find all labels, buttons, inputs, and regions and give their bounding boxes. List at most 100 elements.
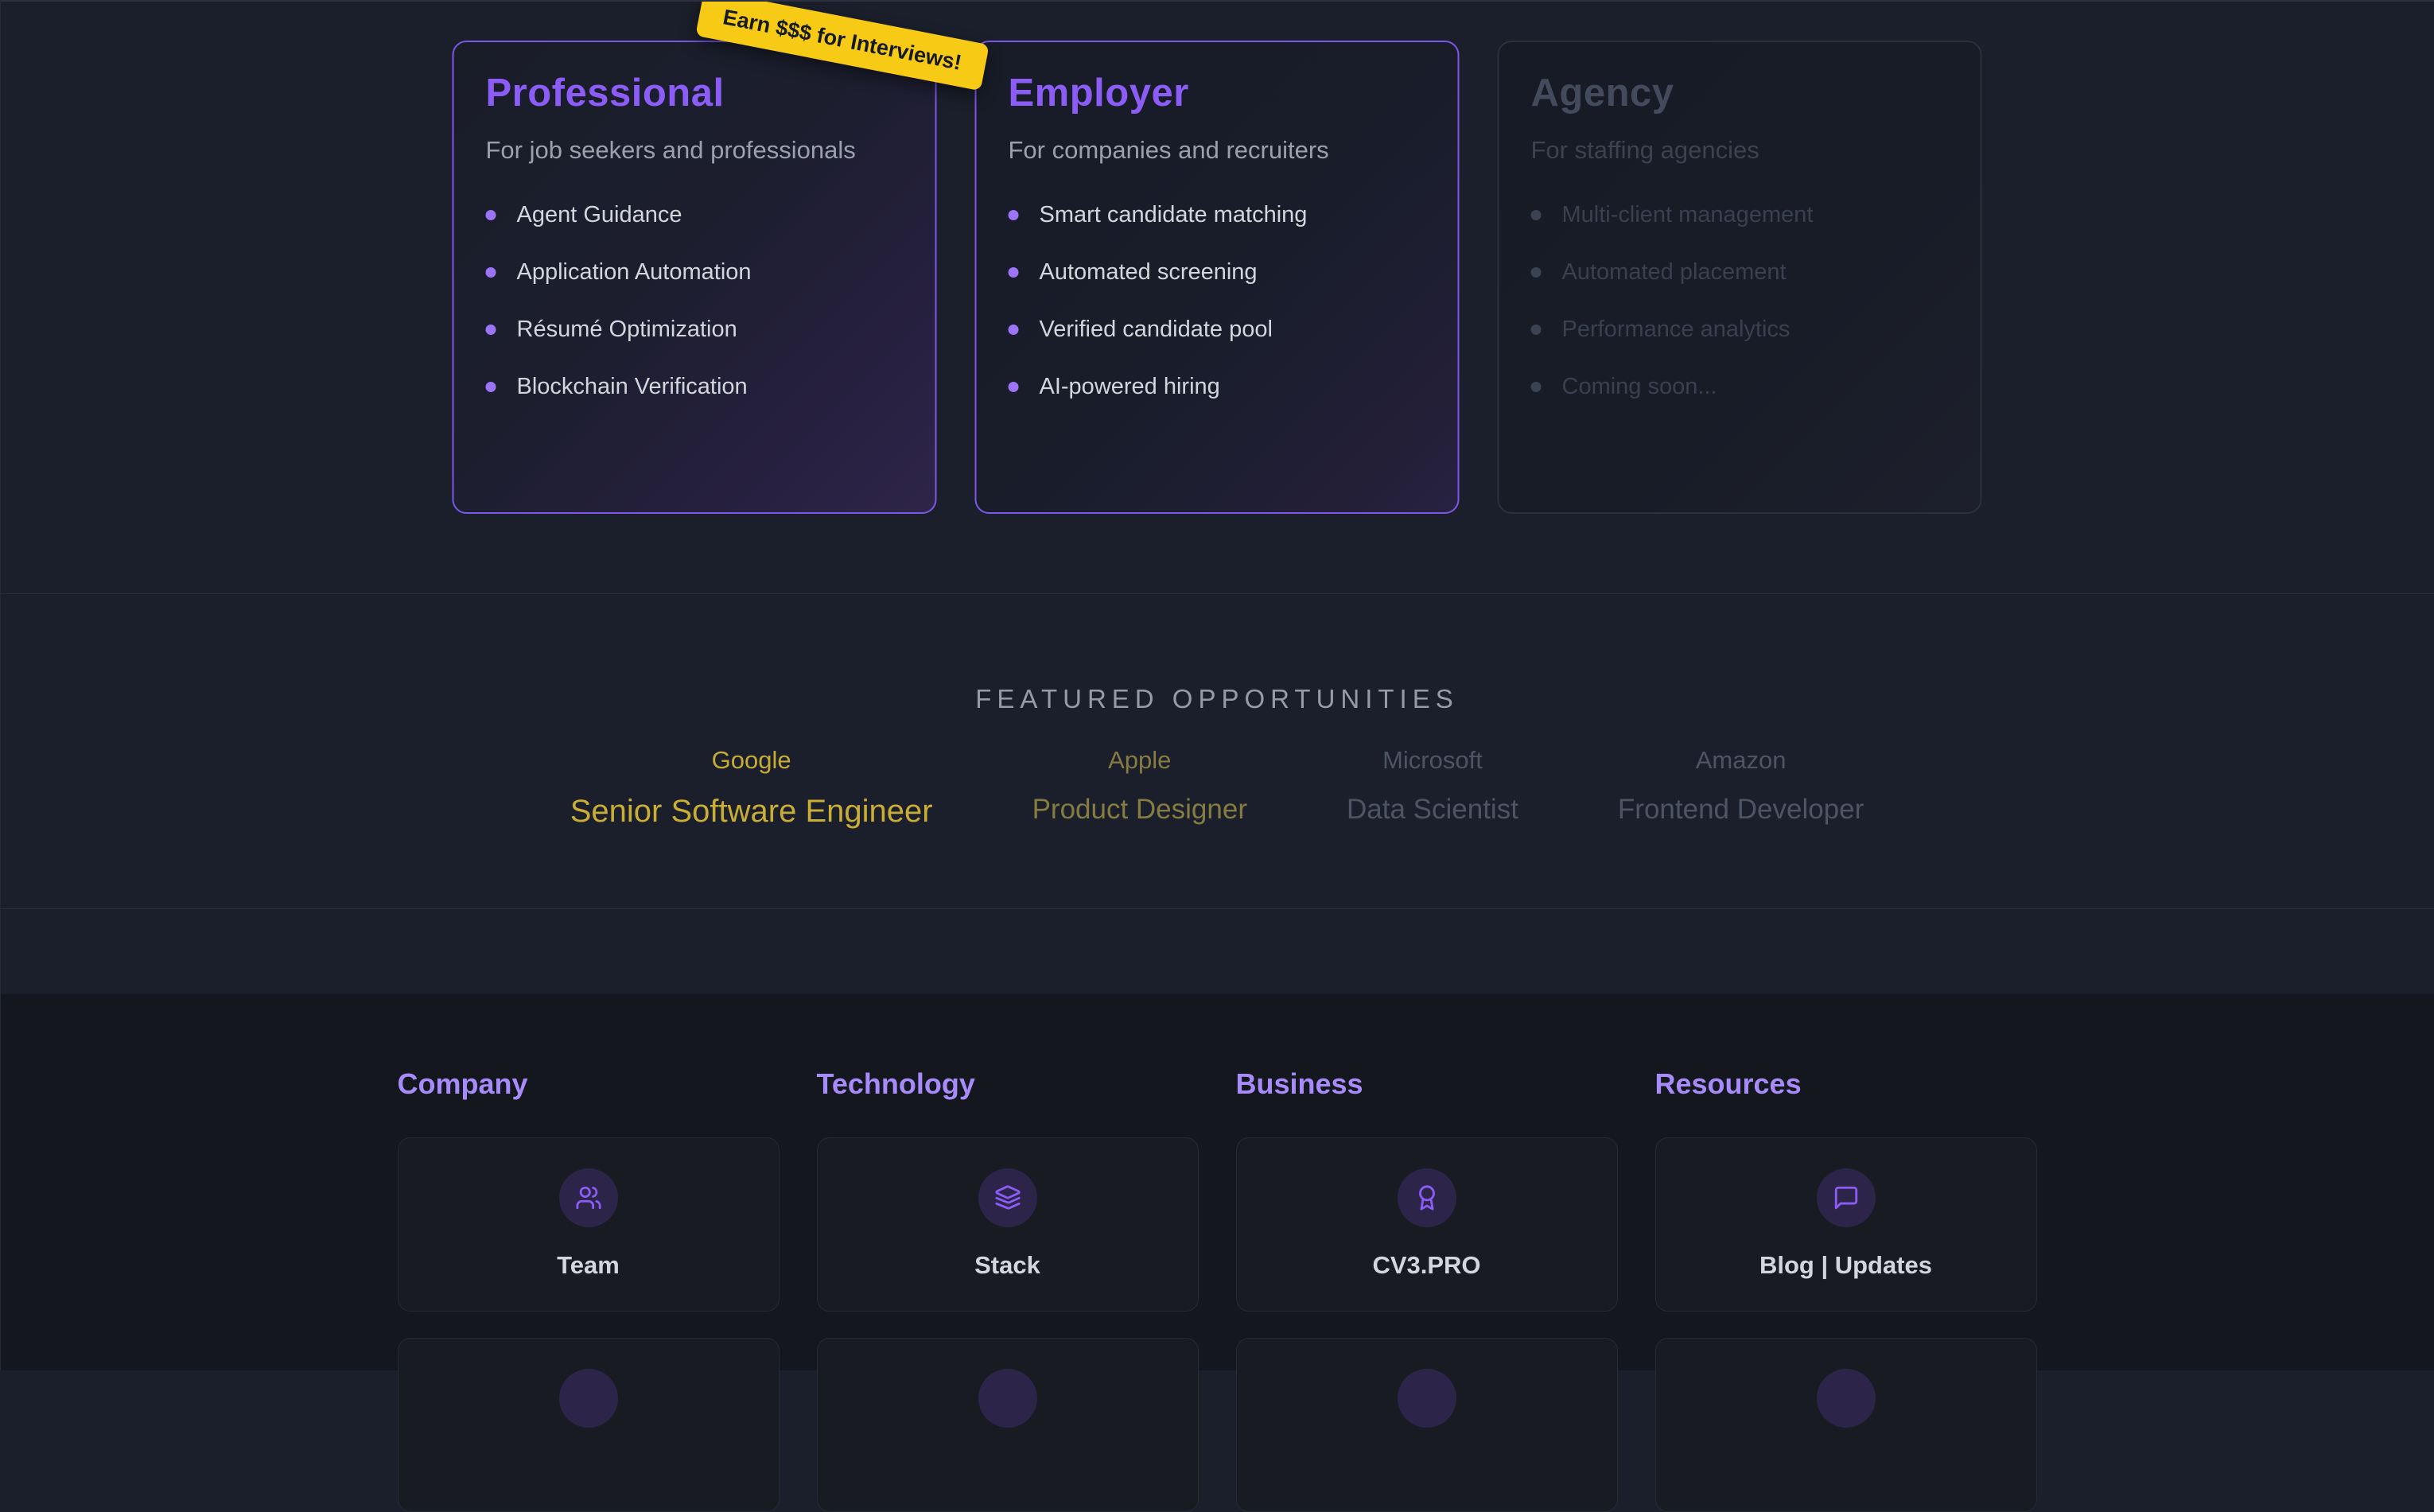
footer-card-label: Team — [557, 1251, 620, 1280]
job-company: Amazon — [1618, 746, 1864, 775]
icon-circle — [1398, 1369, 1456, 1428]
plan-feature-list: Smart candidate matching Automated scree… — [1009, 203, 1426, 398]
plan-feature-label: Coming soon... — [1562, 375, 1717, 398]
footer-card-team[interactable]: Team — [398, 1137, 780, 1312]
bullet-dot-icon — [486, 325, 496, 335]
plan-feature-label: Verified candidate pool — [1040, 317, 1273, 341]
plan-feature-label: Smart candidate matching — [1040, 203, 1308, 227]
footer-column-resources: Resources Blog | Updates — [1655, 1067, 2037, 1512]
plan-feature-list: Multi-client management Automated placem… — [1531, 203, 1949, 398]
plan-subtitle: For job seekers and professionals — [486, 136, 904, 165]
job-role: Senior Software Engineer — [570, 794, 933, 830]
plan-feature: Automated placement — [1531, 260, 1949, 284]
footer-header-business: Business — [1236, 1067, 1618, 1101]
jobs-carousel: Google Senior Software Engineer Apple Pr… — [0, 746, 2434, 830]
plan-feature: Agent Guidance — [486, 203, 904, 227]
footer-card-stack[interactable]: Stack — [817, 1137, 1199, 1312]
footer-grid: Company Team Technology — [398, 994, 2037, 1512]
icon-circle — [1817, 1168, 1876, 1227]
icon-circle — [1398, 1168, 1456, 1227]
plan-feature-label: Automated placement — [1562, 260, 1787, 284]
icon-circle — [978, 1168, 1037, 1227]
footer-card-partial[interactable] — [817, 1338, 1199, 1512]
icon-circle — [978, 1369, 1037, 1428]
plan-feature: Multi-client management — [1531, 203, 1949, 227]
bullet-dot-icon — [1009, 325, 1019, 335]
footer-header-resources: Resources — [1655, 1067, 2037, 1101]
footer-column-company: Company Team — [398, 1067, 780, 1512]
plan-feature: Verified candidate pool — [1009, 317, 1426, 341]
job-company: Microsoft — [1347, 746, 1518, 775]
bullet-dot-icon — [1009, 382, 1019, 392]
plans-section: Earn $$$ for Interviews! Professional Fo… — [0, 0, 2434, 594]
users-icon — [575, 1184, 602, 1211]
plan-card-professional[interactable]: Earn $$$ for Interviews! Professional Fo… — [453, 41, 937, 514]
footer-column-technology: Technology Stack — [817, 1067, 1199, 1512]
job-role: Product Designer — [1032, 794, 1247, 826]
plan-feature: Coming soon... — [1531, 375, 1949, 398]
award-icon — [1413, 1184, 1441, 1211]
icon-circle — [1817, 1369, 1876, 1428]
plan-feature-label: Blockchain Verification — [517, 375, 748, 398]
plan-card-agency: Agency For staffing agencies Multi-clien… — [1498, 41, 1982, 514]
footer-card-cv3pro[interactable]: CV3.PRO — [1236, 1137, 1618, 1312]
footer-card-label: CV3.PRO — [1372, 1251, 1480, 1280]
plan-feature-label: Performance analytics — [1562, 317, 1791, 341]
icon-circle — [559, 1168, 618, 1227]
plan-feature: Performance analytics — [1531, 317, 1949, 341]
plan-feature-label: Agent Guidance — [517, 203, 682, 227]
plan-title-employer: Employer — [1009, 71, 1426, 115]
bullet-dot-icon — [1009, 267, 1019, 278]
footer-column-business: Business CV3.PRO — [1236, 1067, 1618, 1512]
layers-icon — [994, 1184, 1021, 1211]
plan-feature-label: Application Automation — [517, 260, 752, 284]
footer-card-label: Blog | Updates — [1759, 1251, 1932, 1280]
job-role: Data Scientist — [1347, 794, 1518, 826]
job-company: Google — [570, 746, 933, 775]
featured-opportunities-section: FEATURED OPPORTUNITIES Google Senior Sof… — [0, 594, 2434, 909]
plan-feature-label: Résumé Optimization — [517, 317, 737, 341]
plan-feature: Automated screening — [1009, 260, 1426, 284]
bullet-dot-icon — [1531, 325, 1542, 335]
bullet-dot-icon — [486, 267, 496, 278]
plan-feature: Résumé Optimization — [486, 317, 904, 341]
plan-subtitle: For staffing agencies — [1531, 136, 1949, 165]
plan-feature: AI-powered hiring — [1009, 375, 1426, 398]
featured-title: FEATURED OPPORTUNITIES — [0, 594, 2434, 714]
job-item-google[interactable]: Google Senior Software Engineer — [570, 746, 933, 830]
footer-card-label: Stack — [974, 1251, 1040, 1280]
job-item-apple[interactable]: Apple Product Designer — [1032, 746, 1247, 826]
plan-feature-list: Agent Guidance Application Automation Ré… — [486, 203, 904, 398]
bullet-dot-icon — [1009, 210, 1019, 220]
top-divider — [0, 0, 2434, 2]
plan-card-employer[interactable]: Employer For companies and recruiters Sm… — [975, 41, 1460, 514]
footer-card-partial[interactable] — [1236, 1338, 1618, 1512]
footer-card-partial[interactable] — [1655, 1338, 2037, 1512]
bullet-dot-icon — [1531, 210, 1542, 220]
bullet-dot-icon — [486, 210, 496, 220]
footer-header-company: Company — [398, 1067, 780, 1101]
plan-feature-label: AI-powered hiring — [1040, 375, 1220, 398]
bullet-dot-icon — [1531, 382, 1542, 392]
plan-subtitle: For companies and recruiters — [1009, 136, 1426, 165]
plan-title-agency: Agency — [1531, 71, 1949, 115]
job-role: Frontend Developer — [1618, 794, 1864, 826]
plan-feature: Blockchain Verification — [486, 375, 904, 398]
plan-feature: Smart candidate matching — [1009, 203, 1426, 227]
plan-title-professional: Professional — [486, 71, 904, 115]
footer-card-blog[interactable]: Blog | Updates — [1655, 1137, 2037, 1312]
left-edge-line — [0, 0, 1, 1370]
job-company: Apple — [1032, 746, 1247, 775]
message-square-icon — [1833, 1184, 1860, 1211]
plan-feature: Application Automation — [486, 260, 904, 284]
bullet-dot-icon — [486, 382, 496, 392]
plan-feature-label: Multi-client management — [1562, 203, 1814, 227]
job-item-microsoft[interactable]: Microsoft Data Scientist — [1347, 746, 1518, 826]
icon-circle — [559, 1369, 618, 1428]
bullet-dot-icon — [1531, 267, 1542, 278]
job-item-amazon[interactable]: Amazon Frontend Developer — [1618, 746, 1864, 826]
footer-card-partial[interactable] — [398, 1338, 780, 1512]
footer-section: Company Team Technology — [0, 994, 2434, 1370]
plan-feature-label: Automated screening — [1040, 260, 1258, 284]
plans-row: Earn $$$ for Interviews! Professional Fo… — [453, 41, 1982, 514]
